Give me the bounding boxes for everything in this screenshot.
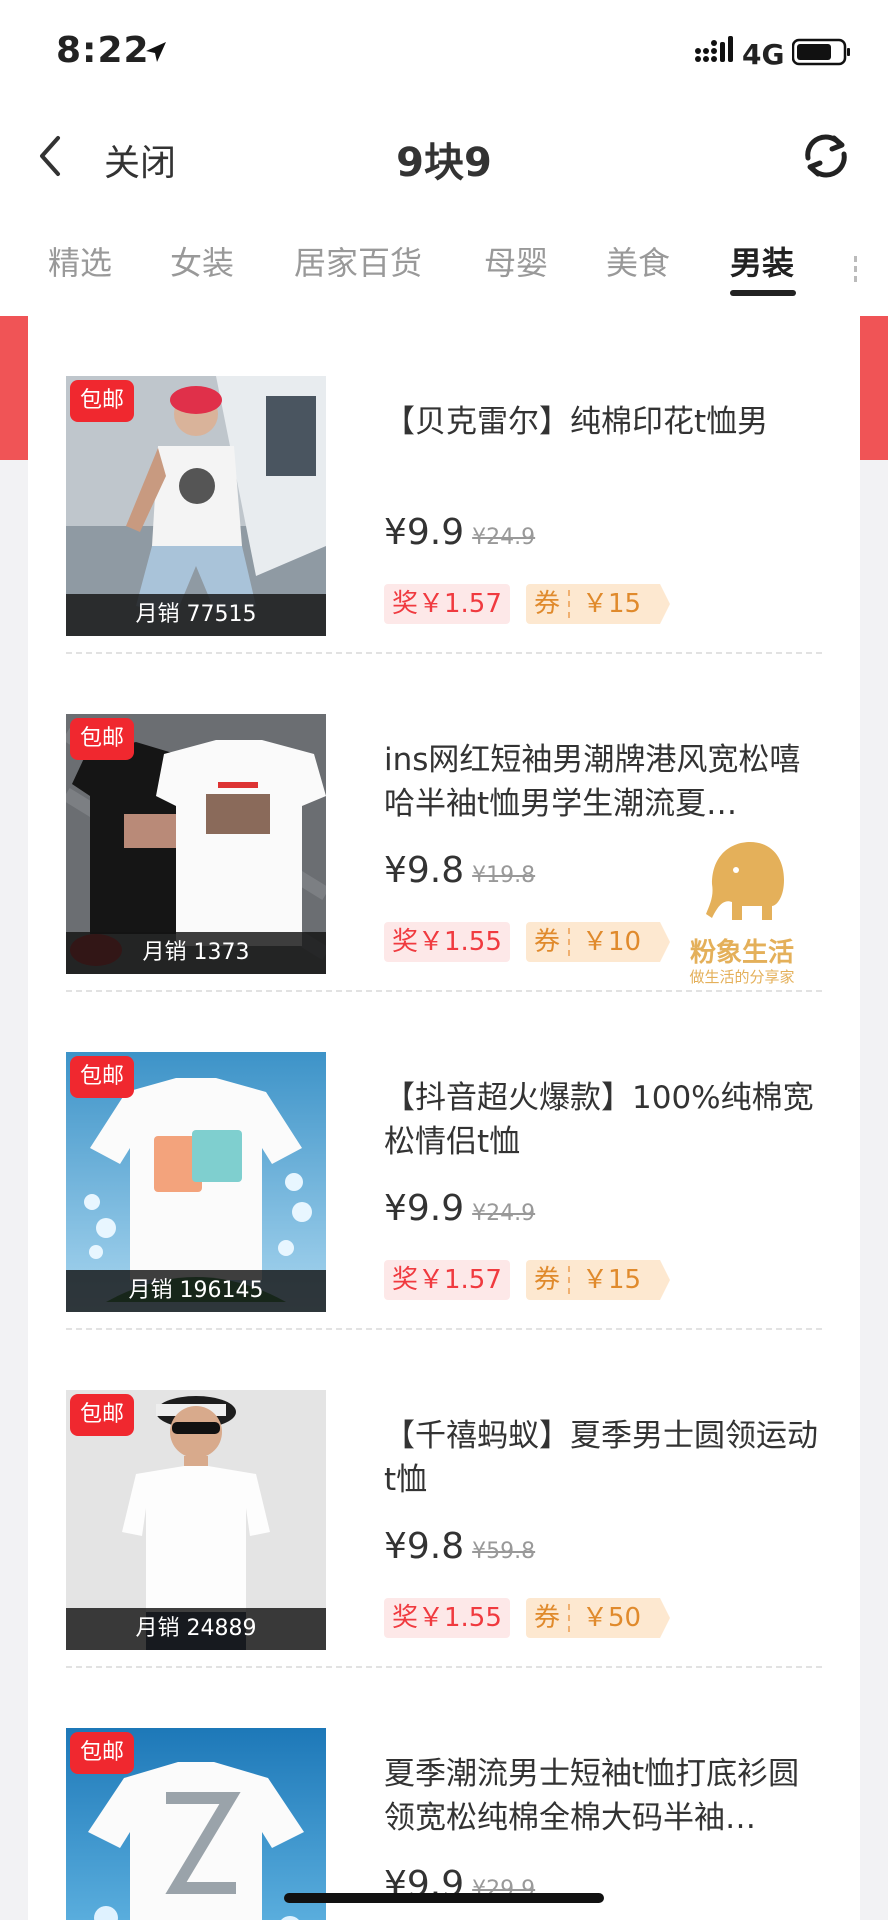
product-title[interactable]: 【抖音超火爆款】100%纯棉宽松情侣t恤 xyxy=(384,1076,824,1164)
coupon-prefix: 券 xyxy=(534,1603,561,1633)
original-price: ¥24.9 xyxy=(472,1201,536,1226)
product-card[interactable]: 包邮 夏季潮流男士短袖t恤打底衫圆领宽松纯棉全棉大码半袖… ¥9.9 ¥29.9 xyxy=(28,1668,860,1920)
product-title[interactable]: 【贝克雷尔】纯棉印花t恤男 xyxy=(384,400,824,488)
coupon-prefix: 券 xyxy=(534,589,561,619)
product-price: ¥9.9 xyxy=(384,1188,465,1229)
tab-women[interactable]: 女装 xyxy=(170,238,234,284)
category-tabs: 精选 女装 居家百货 母婴 美食 男装 xyxy=(0,212,888,316)
reward-tag: 奖￥1.57 xyxy=(384,584,510,624)
coupon-value: ￥10 xyxy=(582,927,642,957)
free-shipping-badge: 包邮 xyxy=(70,380,134,422)
reward-tag: 奖￥1.55 xyxy=(384,1598,510,1638)
coupon-tag[interactable]: 券 ￥15 xyxy=(526,584,670,624)
refresh-icon[interactable] xyxy=(798,128,854,184)
coupon-prefix: 券 xyxy=(534,1265,561,1295)
status-time: 8:22 xyxy=(56,30,150,71)
tab-overflow-icon xyxy=(854,256,857,282)
coupon-tag[interactable]: 券 ￥50 xyxy=(526,1598,670,1638)
price-row: ¥9.9 ¥24.9 xyxy=(384,512,535,560)
monthly-sales: 月销 77515 xyxy=(66,594,326,636)
original-price: ¥19.8 xyxy=(472,863,536,888)
tab-active-indicator xyxy=(730,290,796,296)
product-title[interactable]: 【千禧蚂蚁】夏季男士圆领运动t恤 xyxy=(384,1414,824,1502)
free-shipping-badge: 包邮 xyxy=(70,1056,134,1098)
tab-mother-baby[interactable]: 母婴 xyxy=(484,238,548,284)
monthly-sales: 月销 1373 xyxy=(66,932,326,974)
coupon-tag[interactable]: 券 ￥10 xyxy=(526,922,670,962)
price-row: ¥9.9 ¥24.9 xyxy=(384,1188,535,1236)
tab-food[interactable]: 美食 xyxy=(606,238,670,284)
product-price: ¥9.8 xyxy=(384,1526,465,1567)
product-image[interactable]: 包邮 月销 196145 xyxy=(66,1052,326,1312)
elephant-logo-icon xyxy=(706,842,784,920)
home-indicator[interactable] xyxy=(284,1893,604,1903)
tab-men[interactable]: 男装 xyxy=(730,238,794,284)
reward-tag: 奖￥1.55 xyxy=(384,922,510,962)
product-image[interactable]: 包邮 xyxy=(66,1728,326,1920)
product-price: ¥9.9 xyxy=(384,512,465,553)
signal-icon xyxy=(695,36,733,62)
product-image[interactable]: 包邮 月销 77515 xyxy=(66,376,326,636)
watermark-name: 粉象生活 xyxy=(689,938,794,968)
product-list: 包邮 月销 77515 【贝克雷尔】纯棉印花t恤男 ¥9.9 ¥24.9 奖￥1.… xyxy=(28,316,860,1920)
coupon-value: ￥50 xyxy=(582,1603,642,1633)
watermark: 粉象生活 做生活的分享家 xyxy=(672,840,812,990)
free-shipping-badge: 包邮 xyxy=(70,718,134,760)
coupon-prefix: 券 xyxy=(534,927,561,957)
product-card[interactable]: 包邮 月销 77515 【贝克雷尔】纯棉印花t恤男 ¥9.9 ¥24.9 奖￥1.… xyxy=(28,316,860,654)
monthly-sales: 月销 196145 xyxy=(66,1270,326,1312)
battery-icon xyxy=(792,38,850,66)
coupon-tag[interactable]: 券 ￥15 xyxy=(526,1260,670,1300)
product-title[interactable]: ins网红短袖男潮牌港风宽松嘻哈半袖t恤男学生潮流夏… xyxy=(384,738,824,826)
product-price: ¥9.8 xyxy=(384,850,465,891)
reward-tag: 奖￥1.57 xyxy=(384,1260,510,1300)
product-card[interactable]: 包邮 月销 24889 【千禧蚂蚁】夏季男士圆领运动t恤 ¥9.8 ¥59.8 奖… xyxy=(28,1330,860,1668)
status-bar: 8:22 4G xyxy=(0,0,888,100)
price-row: ¥9.9 ¥29.9 xyxy=(384,1864,535,1912)
watermark-slogan: 做生活的分享家 xyxy=(689,968,795,986)
tab-home-goods[interactable]: 居家百货 xyxy=(294,238,422,284)
monthly-sales: 月销 24889 xyxy=(66,1608,326,1650)
product-image[interactable]: 包邮 月销 1373 xyxy=(66,714,326,974)
banner-edge-right xyxy=(860,316,888,460)
coupon-value: ￥15 xyxy=(582,589,642,619)
price-row: ¥9.8 ¥19.8 xyxy=(384,850,535,898)
tab-featured[interactable]: 精选 xyxy=(48,238,112,284)
product-image[interactable]: 包邮 月销 24889 xyxy=(66,1390,326,1650)
nav-bar: 关闭 9块9 xyxy=(0,100,888,212)
product-card[interactable]: 包邮 月销 196145 【抖音超火爆款】100%纯棉宽松情侣t恤 ¥9.9 ¥2… xyxy=(28,992,860,1330)
page-title: 9块9 xyxy=(396,140,492,186)
original-price: ¥24.9 xyxy=(472,525,536,550)
coupon-value: ￥15 xyxy=(582,1265,642,1295)
network-type: 4G xyxy=(742,38,785,71)
location-arrow-icon xyxy=(146,42,166,62)
free-shipping-badge: 包邮 xyxy=(70,1394,134,1436)
original-price: ¥59.8 xyxy=(472,1539,536,1564)
product-title[interactable]: 夏季潮流男士短袖t恤打底衫圆领宽松纯棉全棉大码半袖… xyxy=(384,1752,824,1840)
price-row: ¥9.8 ¥59.8 xyxy=(384,1526,535,1574)
banner-edge-left xyxy=(0,316,28,460)
free-shipping-badge: 包邮 xyxy=(70,1732,134,1774)
